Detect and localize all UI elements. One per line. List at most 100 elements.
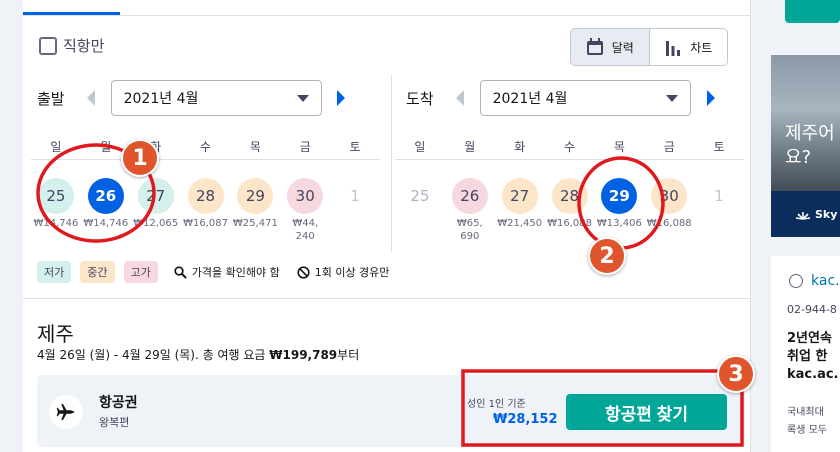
day-number: 28 bbox=[187, 178, 224, 214]
tab-divider bbox=[23, 15, 751, 16]
section-divider bbox=[23, 298, 751, 299]
day-number: 29 bbox=[237, 178, 274, 214]
day-number: 27 bbox=[501, 178, 538, 214]
ticket-title: 항공권 bbox=[99, 395, 138, 411]
day-price: ₩65, 690 bbox=[456, 218, 483, 242]
weekday-label: 토 bbox=[349, 140, 361, 154]
weekday-label: 수 bbox=[563, 140, 576, 154]
prev-month-icon[interactable] bbox=[86, 90, 95, 106]
airplane-icon bbox=[49, 395, 83, 429]
calendar-day[interactable]: 28 ₩16,087 bbox=[181, 178, 231, 243]
ad-site-link[interactable]: kac. bbox=[789, 273, 840, 289]
calendar-divider bbox=[391, 75, 392, 252]
weekday-label: 목 bbox=[249, 140, 261, 154]
day-number: 27 bbox=[137, 178, 174, 214]
weekday-label: 목 bbox=[613, 140, 625, 154]
calendar-icon bbox=[586, 38, 603, 55]
calendar-day[interactable]: 26 ₩65, 690 bbox=[445, 178, 495, 243]
price-basis-label: 성인 1인 기준 bbox=[467, 399, 526, 410]
ad-brand: Sky bbox=[815, 207, 838, 221]
ad-headline-line-2: 요? bbox=[785, 147, 812, 168]
no-entry-icon bbox=[297, 265, 310, 279]
sidebar-top-button[interactable] bbox=[785, 0, 840, 23]
day-price: ₩12,065 bbox=[133, 218, 179, 229]
annotation-badge-2: 2 bbox=[588, 237, 626, 275]
prev-month-icon[interactable] bbox=[455, 90, 464, 106]
chevron-down-icon bbox=[665, 94, 678, 102]
departure-day-row: 25 ₩14,746 26 ₩14,746 27 ₩12,065 28 ₩16,087 … bbox=[31, 178, 380, 243]
text-ad-card[interactable]: kac. 02-944-8 2년연속 취업 한 kac.ac. 국내최대 록생 … bbox=[771, 256, 840, 452]
day-price: ₩16,087 bbox=[183, 218, 228, 229]
trip-summary-prefix: 4월 26일 (월) - 4월 29일 (목). 총 여행 요금 bbox=[37, 348, 270, 362]
calendar-day-selected[interactable]: 26 ₩14,746 bbox=[81, 178, 131, 243]
arrival-month-value: 2021년 4월 bbox=[492, 91, 568, 107]
weekday-label: 일 bbox=[50, 140, 62, 154]
chevron-down-icon bbox=[296, 94, 309, 102]
skyscanner-logo-icon bbox=[795, 212, 811, 220]
direct-only-checkbox[interactable] bbox=[39, 36, 57, 55]
day-price: ₩16,088 bbox=[547, 218, 592, 229]
calendar-day[interactable]: 29 ₩25,471 bbox=[230, 178, 280, 243]
next-month-icon[interactable] bbox=[336, 90, 345, 106]
calendar-view-label: 달력 bbox=[611, 40, 634, 55]
calendar-view-button[interactable]: 달력 bbox=[571, 29, 650, 65]
ticket-type: 왕복편 bbox=[99, 416, 130, 429]
ad-banner[interactable]: 제주어 요? Sky bbox=[771, 55, 840, 237]
chart-view-button[interactable]: 차트 bbox=[649, 29, 727, 65]
destination-city: 제주 bbox=[37, 322, 74, 346]
day-number: 30 bbox=[651, 178, 688, 214]
legend-high: 고가 bbox=[123, 261, 158, 283]
bar-chart-icon bbox=[666, 41, 681, 56]
trip-summary: 4월 26일 (월) - 4월 29일 (목). 총 여행 요금 ₩199,78… bbox=[37, 346, 359, 363]
ad-card-headline-line-1: 2년연속 bbox=[787, 331, 832, 346]
calendar-day[interactable]: 27 ₩12,065 bbox=[131, 178, 181, 243]
calendar-day-selected[interactable]: 29 ₩13,406 bbox=[594, 178, 644, 243]
calendar-day[interactable]: 25 ₩14,746 bbox=[31, 178, 81, 243]
find-flights-button[interactable]: 항공편 찾기 bbox=[566, 394, 727, 430]
departure-month-select[interactable]: 2021년 4월 bbox=[110, 80, 322, 116]
departure-month-picker: 출발 2021년 4월 bbox=[37, 80, 345, 116]
legend-check-price: 가격을 확인해야 함 bbox=[174, 264, 280, 280]
day-number: 30 bbox=[287, 178, 324, 214]
day-number: 1 bbox=[714, 187, 724, 205]
day-number: 26 bbox=[451, 178, 488, 214]
legend-one-stop: 1회 이상 경유만 bbox=[297, 264, 389, 280]
price-legend: 저가 중간 고가 가격을 확인해야 함 1회 이상 경유만 bbox=[37, 261, 399, 283]
arrival-month-picker: 도착 2021년 4월 bbox=[406, 80, 715, 116]
calendar-day[interactable]: 28 ₩16,088 bbox=[545, 178, 595, 243]
annotation-badge-3: 3 bbox=[717, 355, 755, 393]
ad-site-text: kac. bbox=[811, 273, 840, 289]
next-month-icon[interactable] bbox=[706, 90, 715, 106]
day-price: ₩44, 240 bbox=[292, 218, 319, 242]
day-number: 1 bbox=[350, 187, 360, 205]
departure-weekday-header: 일 월 화 수 목 금 토 bbox=[31, 138, 380, 160]
day-number: 25 bbox=[37, 178, 74, 214]
day-number: 26 bbox=[87, 178, 124, 214]
ad-headline: 제주어 요? bbox=[785, 122, 835, 170]
chart-view-label: 차트 bbox=[690, 40, 713, 55]
departure-month-value: 2021년 4월 bbox=[123, 91, 199, 107]
arrival-day-row: 25 26 ₩65, 690 27 ₩21,450 28 ₩16,088 29 ₩13,… bbox=[395, 178, 744, 243]
ad-card-headline-line-2: 취업 한 bbox=[787, 349, 828, 364]
trip-summary-suffix: 부터 bbox=[337, 348, 360, 362]
direct-only-filter[interactable]: 직항만 bbox=[39, 35, 104, 56]
day-price: ₩14,746 bbox=[33, 218, 79, 229]
calendar-day[interactable]: 27 ₩21,450 bbox=[495, 178, 545, 243]
departure-label: 출발 bbox=[37, 89, 65, 108]
calendar-day: 25 bbox=[395, 178, 445, 243]
trip-total-price: ₩199,789 bbox=[269, 348, 338, 362]
calendar-day[interactable]: 30 ₩44, 240 bbox=[280, 178, 330, 243]
arrival-month-select[interactable]: 2021년 4월 bbox=[479, 80, 691, 116]
flight-result-card: 항공권 왕복편 성인 1인 기준 ₩28,152 항공편 찾기 bbox=[37, 375, 745, 447]
day-price: ₩21,450 bbox=[497, 218, 543, 229]
calendar-day[interactable]: 30 ₩16,088 bbox=[644, 178, 694, 243]
calendar-day: 1 bbox=[330, 178, 380, 243]
ad-sidebar: 제주어 요? Sky kac. 02-944-8 2년연속 취업 한 kac.a… bbox=[771, 0, 840, 452]
ad-card-body-line-1: 국내최대 bbox=[787, 407, 824, 418]
calendar-day: 1 bbox=[694, 178, 744, 243]
annotation-badge-1: 1 bbox=[121, 139, 159, 177]
weekday-label: 금 bbox=[663, 140, 675, 154]
legend-mid: 중간 bbox=[80, 261, 115, 283]
ad-phone: 02-944-8 bbox=[787, 303, 837, 316]
day-price: ₩14,746 bbox=[83, 218, 129, 229]
